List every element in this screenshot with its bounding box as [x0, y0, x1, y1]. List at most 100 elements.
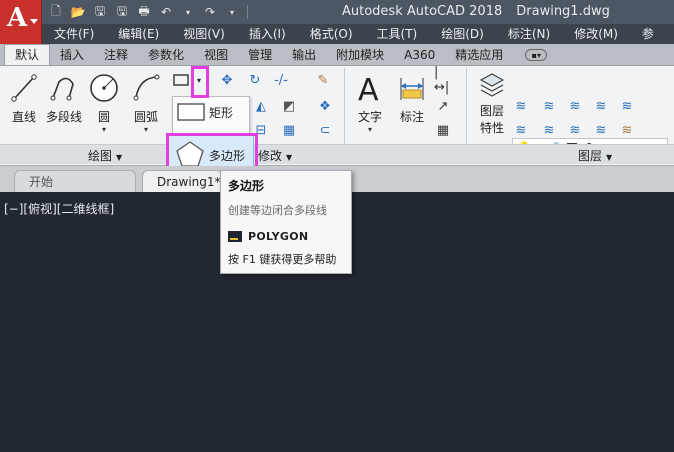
polygon-tooltip: 多边形 创建等边闭合多段线 POLYGON 按 F1 键获得更多帮助 — [220, 170, 352, 274]
rectangle-tool[interactable] — [172, 72, 190, 88]
command-line-icon — [228, 231, 242, 242]
application-menu-button[interactable]: A — [0, 0, 42, 44]
layer-tool-icon[interactable]: ≋ — [566, 98, 584, 114]
line-tool[interactable]: 直线 — [4, 72, 44, 125]
polyline-icon — [50, 77, 74, 101]
chevron-down-icon[interactable]: ▾ — [84, 125, 124, 134]
dimension-tool[interactable]: 标注 — [392, 72, 432, 125]
svg-text:A: A — [358, 73, 379, 104]
chevron-down-icon[interactable]: ▾ — [350, 125, 390, 134]
menu-tools[interactable]: 工具(T) — [365, 24, 430, 44]
layer-tool-icon[interactable]: ≋ — [618, 98, 636, 114]
menu-format[interactable]: 格式(O) — [298, 24, 365, 44]
explode-icon[interactable]: ❖ — [316, 98, 334, 114]
fillet-icon[interactable]: ◩ — [280, 98, 298, 114]
tab-featured-apps[interactable]: 精选应用 — [445, 45, 513, 65]
chevron-down-icon: ▼ — [116, 153, 123, 162]
rectangle-menu-label: 矩形 — [209, 105, 234, 120]
open-icon[interactable]: 📂 — [68, 3, 88, 21]
layer-tool-icon[interactable]: ≋ — [592, 98, 610, 114]
menu-view[interactable]: 视图(V) — [171, 24, 237, 44]
menu-draw[interactable]: 绘图(D) — [429, 24, 496, 44]
layer-tool-icon[interactable]: ≋ — [618, 122, 636, 138]
chevron-down-icon: ▼ — [286, 153, 293, 162]
new-icon[interactable]: 🗋 — [46, 3, 66, 21]
menu-parametric[interactable]: 参 — [630, 24, 666, 44]
tab-parametric[interactable]: 参数化 — [138, 45, 194, 65]
tooltip-title: 多边形 — [228, 179, 265, 193]
menu-modify[interactable]: 修改(M) — [562, 24, 630, 44]
undo-icon[interactable]: ↶ — [156, 3, 176, 21]
erase-icon[interactable]: ✎ — [314, 72, 332, 88]
tab-a360[interactable]: A360 — [394, 45, 445, 65]
menu-file[interactable]: 文件(F) — [42, 24, 106, 44]
save-icon[interactable]: 🖫 — [90, 3, 110, 21]
ribbon-options-icon[interactable]: ▪▾ — [525, 49, 548, 61]
redo-icon[interactable]: ↷ — [200, 3, 220, 21]
leader-icon[interactable]: ↗ — [434, 98, 452, 114]
layer-tool-icon[interactable]: ≋ — [592, 122, 610, 138]
ribbon-panel-titles: 绘图 ▼ 修改 ▼ 图层 ▼ — [0, 144, 674, 164]
layer-tool-icon[interactable]: ≋ — [566, 122, 584, 138]
polyline-label: 多段线 — [45, 110, 82, 124]
tab-output[interactable]: 输出 — [282, 45, 326, 65]
tab-start[interactable]: 开始 — [14, 170, 136, 192]
trim-icon[interactable]: -/- — [272, 72, 290, 88]
arc-label: 圆弧 — [133, 110, 158, 124]
circle-icon — [90, 74, 118, 102]
arc-icon — [133, 74, 160, 101]
text-label: 文字 — [357, 110, 382, 124]
autocad-logo: A — [7, 3, 28, 33]
circle-tool[interactable]: 圆 ▾ — [84, 72, 124, 134]
viewport-controls[interactable]: [−][俯视][二维线框] — [4, 200, 114, 217]
move-icon[interactable]: ✥ — [218, 72, 236, 88]
polyline-tool[interactable]: 多段线 — [44, 72, 84, 125]
layers-panel-title[interactable]: 图层 ▼ — [578, 147, 612, 164]
app-name: Autodesk AutoCAD 2018 — [342, 4, 503, 19]
rectangle-menu-item[interactable]: 矩形 — [177, 103, 233, 121]
tooltip-command: POLYGON — [248, 230, 309, 243]
offset-icon[interactable]: ⊂ — [316, 122, 334, 138]
menu-edit[interactable]: 编辑(E) — [106, 24, 171, 44]
layer-tool-icon[interactable]: ≋ — [512, 98, 530, 114]
layer-tool-icon[interactable]: ≋ — [540, 122, 558, 138]
draw-panel-title[interactable]: 绘图 ▼ — [88, 147, 122, 164]
menu-insert[interactable]: 插入(I) — [237, 24, 298, 44]
rectangle-icon — [173, 74, 189, 86]
undo-dropdown-icon[interactable]: ▾ — [178, 3, 198, 21]
dimension-icon — [400, 78, 424, 100]
line-label: 直线 — [11, 110, 36, 124]
rotate-icon[interactable]: ↻ — [246, 72, 264, 88]
arc-tool[interactable]: 圆弧 ▾ — [126, 72, 166, 134]
saveas-icon[interactable]: 🖫 — [112, 3, 132, 21]
array-icon[interactable]: ▦ — [280, 122, 298, 138]
chevron-down-icon: ▼ — [606, 153, 613, 162]
tab-addins[interactable]: 附加模块 — [326, 45, 394, 65]
document-name: Drawing1.dwg — [516, 4, 610, 19]
menu-dimension[interactable]: 标注(N) — [496, 24, 562, 44]
chevron-down-icon — [30, 19, 38, 24]
mirror-icon[interactable]: ◭ — [252, 98, 270, 114]
text-icon: A — [358, 73, 379, 104]
line-icon — [11, 74, 37, 102]
table-icon[interactable]: ▦ — [434, 122, 452, 138]
chevron-down-icon[interactable]: ▾ — [126, 125, 166, 134]
tab-annotate[interactable]: 注释 — [94, 45, 138, 65]
redo-dropdown-icon[interactable]: ▾ — [222, 3, 242, 21]
linear-dimension-icon[interactable]: |↔| — [434, 65, 452, 95]
layer-properties-tool[interactable]: 图层 特性 — [472, 70, 512, 136]
text-tool[interactable]: A 文字 ▾ — [350, 72, 390, 134]
layer-tool-icon[interactable]: ≋ — [540, 98, 558, 114]
tab-home[interactable]: 默认 — [4, 44, 51, 65]
tab-view[interactable]: 视图 — [194, 45, 238, 65]
circle-label: 圆 — [97, 110, 110, 124]
dropdown-highlight-box — [191, 66, 209, 98]
window-title: Autodesk AutoCAD 2018 Drawing1.dwg — [256, 0, 674, 24]
tab-drawing1[interactable]: Drawing1* — [142, 170, 222, 192]
tooltip-help: 按 F1 键获得更多帮助 — [228, 253, 337, 266]
modify-panel-title[interactable]: 修改 ▼ — [258, 147, 292, 164]
print-icon[interactable]: 🖶 — [134, 3, 154, 21]
tab-manage[interactable]: 管理 — [238, 45, 282, 65]
layer-tool-icon[interactable]: ≋ — [512, 122, 530, 138]
tab-insert[interactable]: 插入 — [50, 45, 94, 65]
